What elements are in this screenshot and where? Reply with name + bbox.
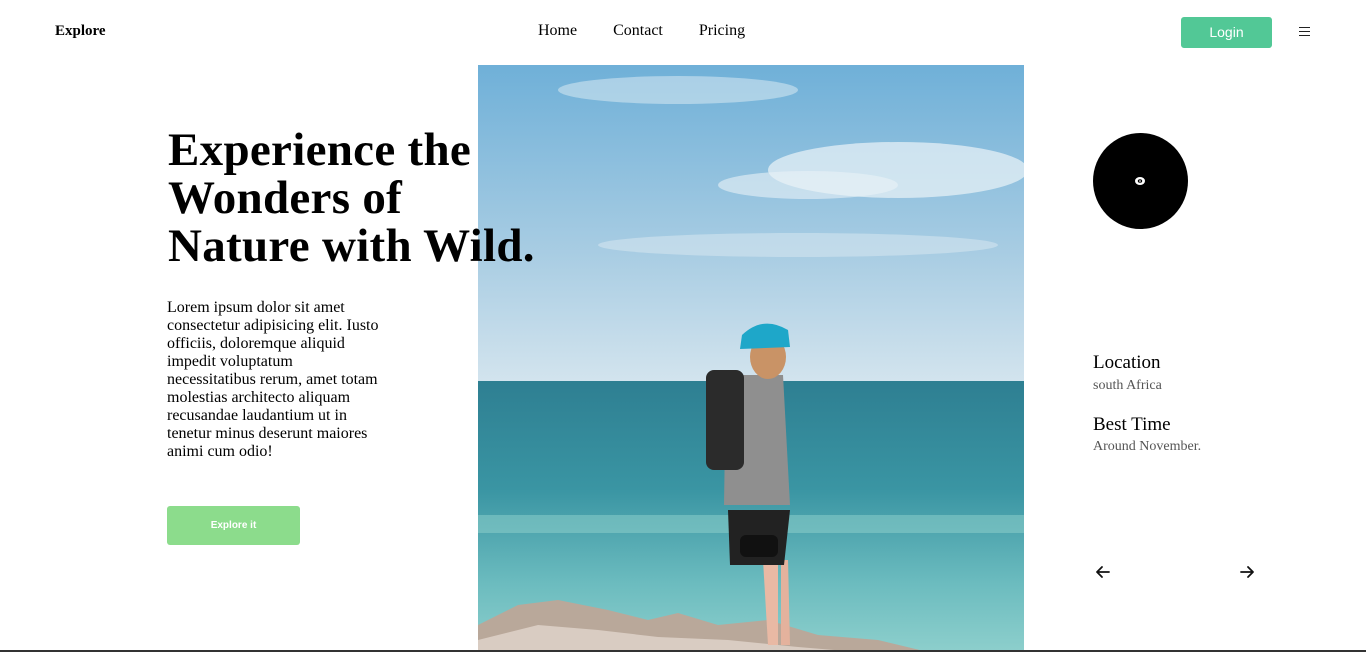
best-time-title: Best Time	[1093, 414, 1171, 435]
nav-home[interactable]: Home	[538, 22, 577, 40]
hero-description: Lorem ipsum dolor sit amet consectetur a…	[167, 299, 379, 460]
nav-pricing[interactable]: Pricing	[699, 22, 745, 40]
logo[interactable]: Explore	[55, 23, 106, 40]
best-time-value: Around November.	[1093, 439, 1202, 454]
arrow-right-icon[interactable]	[1238, 563, 1256, 581]
nav-contact[interactable]: Contact	[613, 22, 663, 40]
explore-button[interactable]: Explore it	[167, 506, 300, 545]
login-button[interactable]: Login	[1181, 17, 1272, 48]
play-disc[interactable]	[1093, 133, 1188, 229]
hamburger-icon[interactable]	[1299, 27, 1310, 37]
eye-icon	[1135, 177, 1145, 185]
arrow-left-icon[interactable]	[1094, 563, 1112, 581]
main-nav: Home Contact Pricing	[538, 22, 781, 40]
headline-line-3: Nature with Wild.	[168, 220, 535, 272]
headline-line-1: Experience the	[168, 124, 472, 176]
location-value: south Africa	[1093, 378, 1162, 393]
headline-line-2: Wonders of	[168, 172, 403, 224]
hero-headline: Experience the Wonders of Nature with Wi…	[168, 126, 588, 270]
location-title: Location	[1093, 352, 1161, 373]
